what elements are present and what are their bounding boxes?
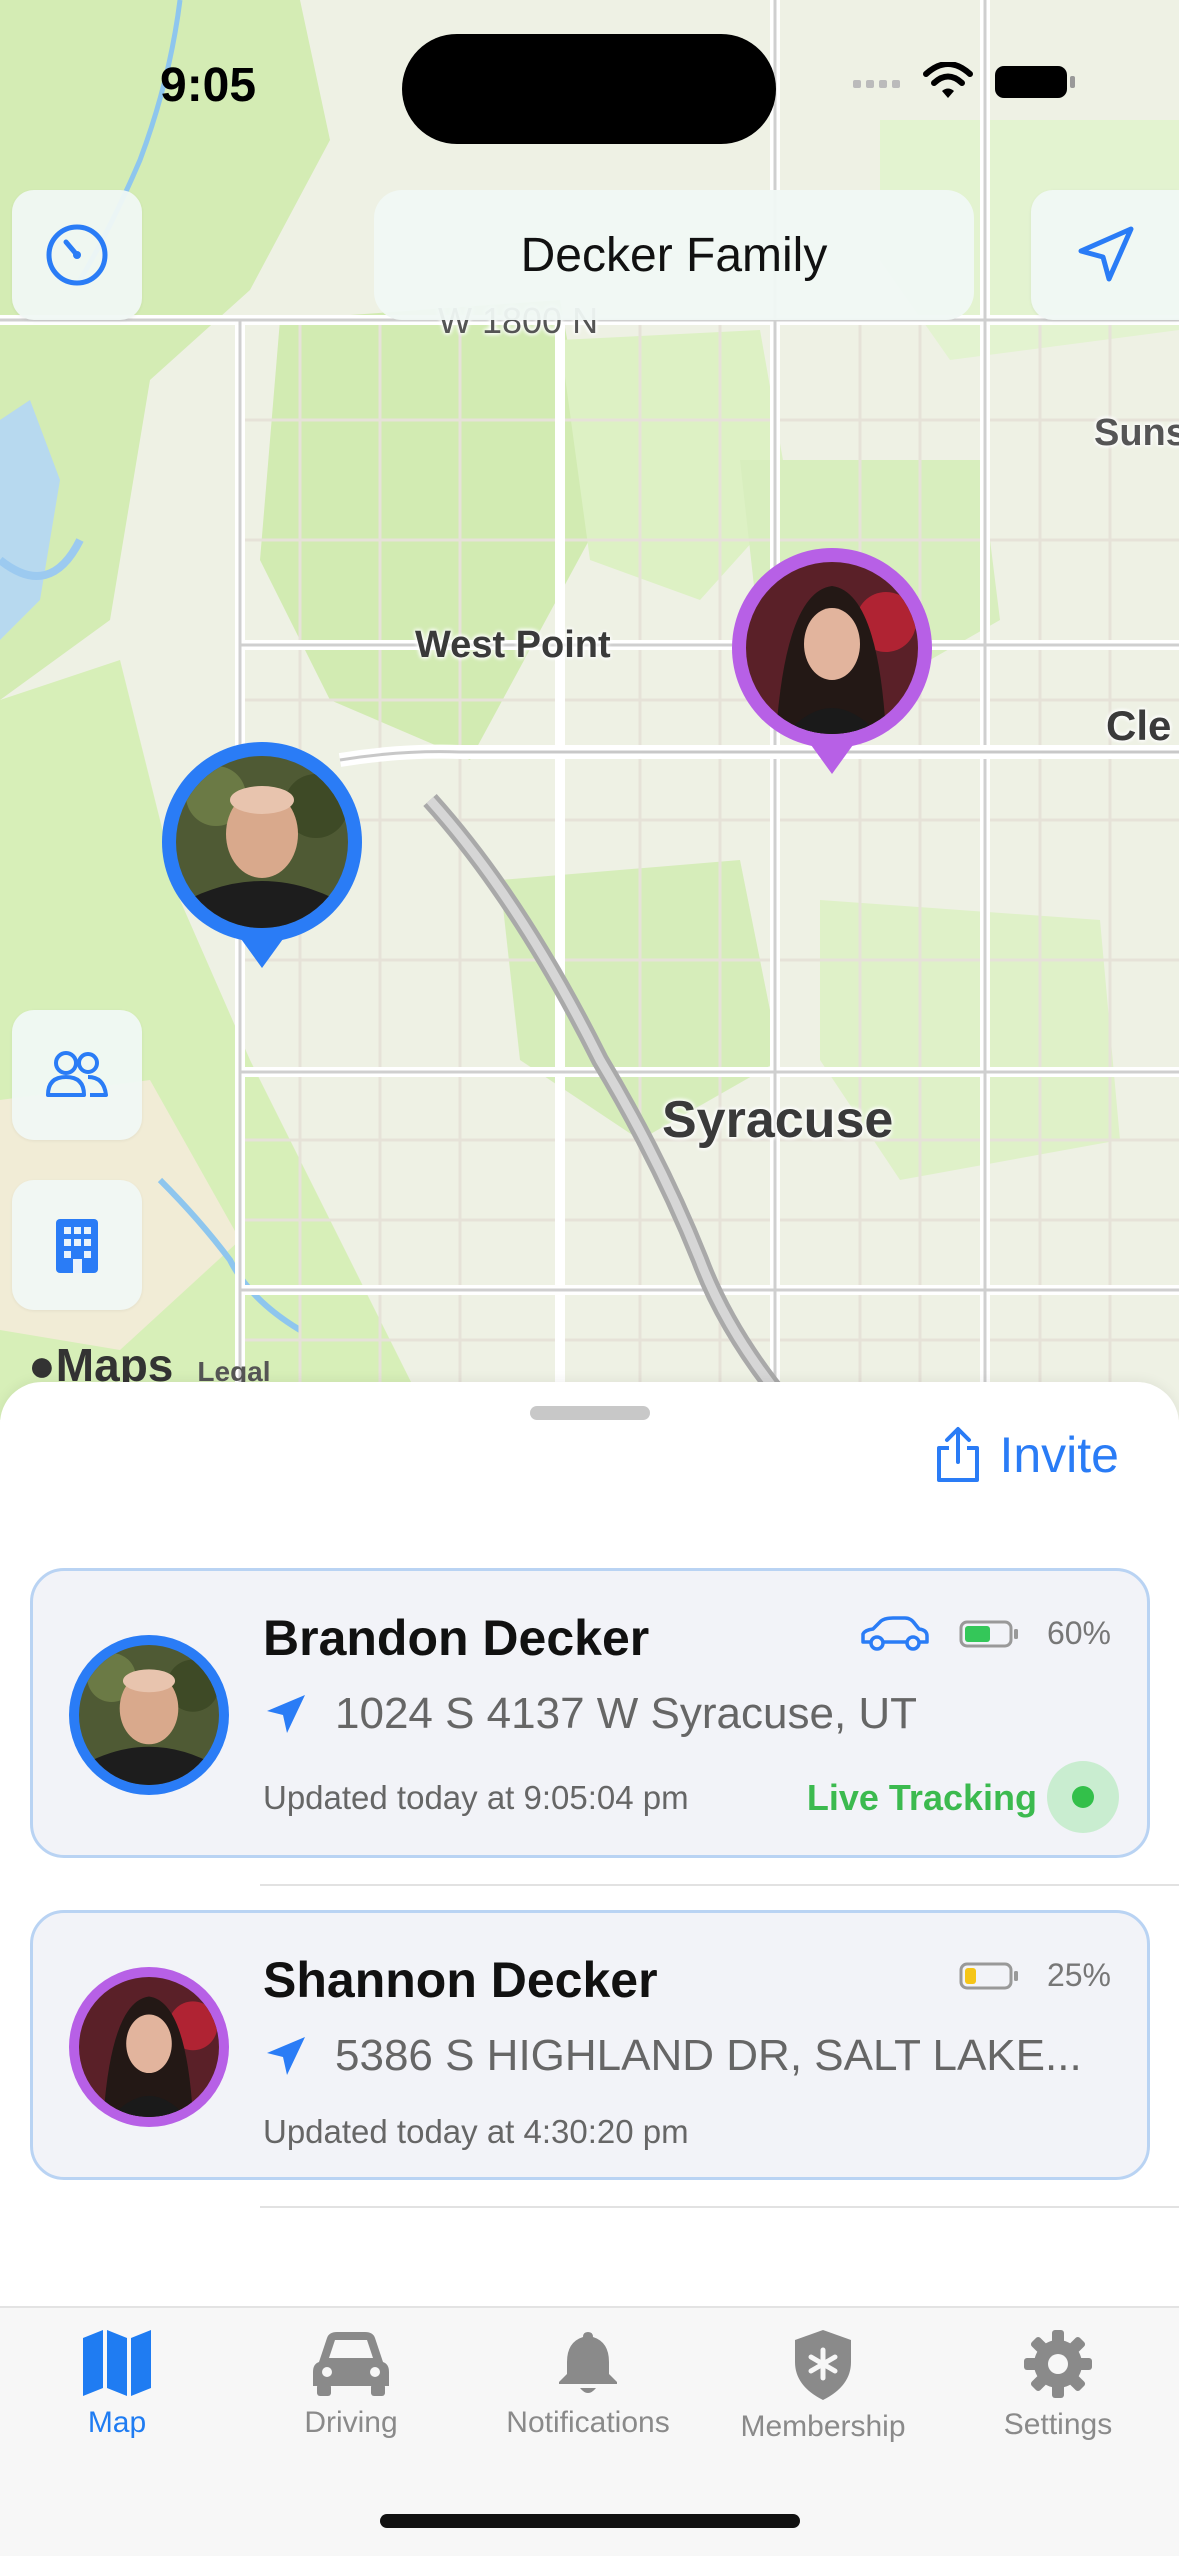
dynamic-island	[402, 34, 776, 144]
map-place-west-point: West Point	[415, 624, 611, 666]
tab-map[interactable]: Map	[7, 2328, 227, 2440]
map-icon	[83, 2330, 151, 2396]
building-icon	[56, 1219, 98, 1273]
pin-ring	[732, 548, 932, 748]
member-address: 5386 S HIGHLAND DR, SALT LAKE...	[335, 2031, 1082, 2080]
bell-icon	[559, 2332, 617, 2393]
home-indicator	[380, 2514, 800, 2528]
avatar	[746, 562, 918, 734]
live-indicator	[1047, 1761, 1119, 1833]
member-address-row: 5386 S HIGHLAND DR, SALT LAKE...	[263, 2031, 1082, 2081]
battery-percent: 25%	[1046, 1957, 1111, 1993]
battery-icon	[959, 1620, 1018, 1647]
battery-icon	[959, 1962, 1018, 1989]
member-avatar	[69, 1967, 229, 2127]
status-time: 9:05	[160, 59, 257, 112]
member-avatar	[69, 1635, 229, 1795]
tab-label: Notifications	[506, 2406, 670, 2439]
member-address: 1024 S 4137 W Syracuse, UT	[335, 1689, 918, 1738]
live-tracking-status: Live Tracking	[806, 1777, 1037, 1818]
member-card-brandon[interactable]: Brandon Decker 60% 1024 S 4137 W Syracus…	[30, 1568, 1150, 1858]
locate-me-button[interactable]	[1031, 190, 1179, 320]
avatar	[176, 756, 348, 928]
battery-percent: 60%	[1046, 1615, 1111, 1651]
member-card-shannon[interactable]: Shannon Decker 25% 5386 S HIGHLAND DR, S…	[30, 1910, 1150, 2180]
map-pin-shannon[interactable]	[732, 548, 932, 774]
map-place-syracuse: Syracuse	[662, 1091, 894, 1149]
map-place-clearfield: Cle	[1106, 702, 1172, 749]
status-icons	[853, 62, 1079, 102]
gear-icon	[1024, 2330, 1092, 2398]
sheet-grabber[interactable]	[530, 1406, 650, 1420]
member-stats: 25%	[959, 1957, 1111, 1994]
member-updated: Updated today at 9:05:04 pm	[263, 1779, 689, 1816]
location-arrow-icon	[1078, 226, 1134, 282]
member-name: Shannon Decker	[263, 1952, 658, 2008]
map-view[interactable]: W 1800 N West Point Syracuse Suns Cle 9:…	[0, 0, 1179, 1420]
member-name: Brandon Decker	[263, 1610, 650, 1666]
map-pin-brandon[interactable]	[162, 742, 362, 968]
divider	[260, 1884, 1179, 1886]
members-sheet[interactable]: Invite Brandon Decker 60% 1024 S 4137 W …	[0, 1382, 1179, 2382]
invite-label: Invite	[999, 1427, 1119, 1483]
car-icon	[861, 1615, 929, 1651]
tab-driving[interactable]: Driving	[241, 2328, 461, 2440]
member-stats: 60%	[859, 1615, 1111, 1652]
location-arrow-icon	[267, 2037, 305, 2075]
wifi-icon	[923, 62, 973, 98]
battery-status-icon	[995, 66, 1075, 98]
people-button[interactable]	[12, 1010, 142, 1140]
share-icon	[937, 1427, 980, 1482]
pin-ring	[162, 742, 362, 942]
tab-notifications[interactable]: Notifications	[478, 2328, 698, 2440]
group-selector[interactable]: Decker Family	[374, 190, 974, 320]
location-arrow-icon	[267, 1695, 305, 1733]
divider	[260, 2206, 1179, 2208]
tab-label: Membership	[740, 2410, 906, 2443]
car-icon	[313, 2332, 389, 2396]
tab-label: Driving	[304, 2406, 398, 2439]
tab-membership[interactable]: Membership	[713, 2328, 933, 2444]
member-address-row: 1024 S 4137 W Syracuse, UT	[263, 1689, 917, 1739]
tab-label: Settings	[1003, 2408, 1113, 2441]
clock-icon	[46, 224, 108, 286]
tab-settings[interactable]: Settings	[948, 2328, 1168, 2442]
places-button[interactable]	[12, 1180, 142, 1310]
map-place-sunset: Suns	[1094, 412, 1179, 454]
invite-button[interactable]: Invite	[933, 1426, 1119, 1484]
people-icon	[46, 1051, 108, 1097]
member-updated: Updated today at 4:30:20 pm	[263, 2113, 689, 2150]
history-button[interactable]	[12, 190, 142, 320]
shield-icon	[795, 2330, 851, 2400]
cellular-icon	[853, 80, 900, 88]
tab-label: Map	[87, 2406, 147, 2439]
